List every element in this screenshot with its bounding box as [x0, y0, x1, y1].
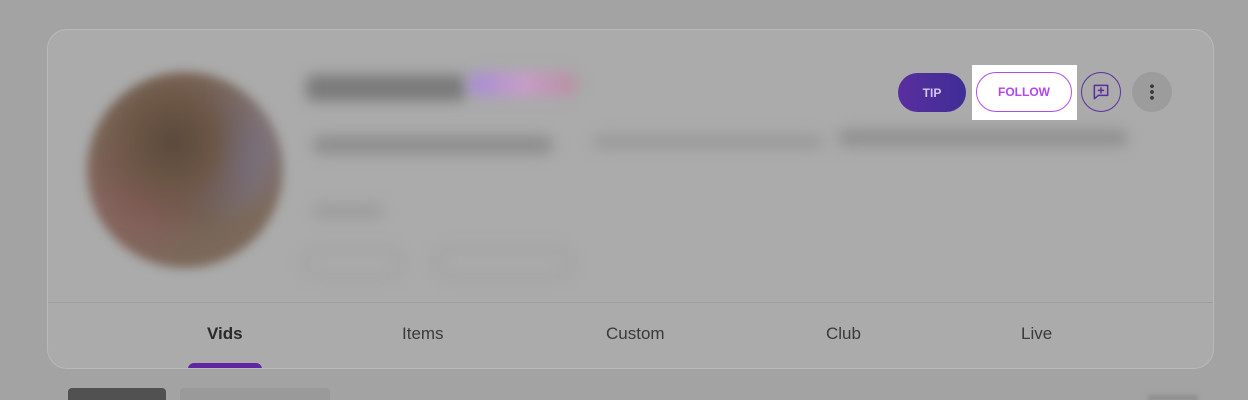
tab-club[interactable]: Club: [826, 324, 861, 344]
filter-chip[interactable]: [180, 388, 330, 400]
profile-bio-blurred: [313, 136, 553, 154]
profile-meta-blurred: [313, 205, 383, 217]
more-options-button[interactable]: [1132, 72, 1172, 112]
filter-chip-active[interactable]: [68, 388, 166, 400]
tab-vids[interactable]: Vids: [207, 324, 243, 344]
profile-bio-blurred: [593, 136, 823, 148]
profile-chip-blurred: [303, 248, 403, 278]
tab-items[interactable]: Items: [402, 324, 444, 344]
tip-button[interactable]: TIP: [898, 73, 966, 112]
profile-chip-blurred: [433, 248, 573, 278]
more-vertical-icon: [1150, 84, 1154, 100]
profile-name-blurred: [306, 75, 466, 101]
tabs-divider: [48, 302, 1213, 303]
profile-badge-blurred: [468, 72, 578, 96]
tab-live[interactable]: Live: [1021, 324, 1052, 344]
follow-button[interactable]: FOLLOW: [976, 72, 1072, 112]
profile-card: TIP FOLLOW Vids Items Custom Club Live: [47, 29, 1214, 369]
avatar[interactable]: [87, 72, 283, 268]
sort-control-blurred[interactable]: [1148, 395, 1198, 400]
profile-bio-blurred: [838, 130, 1128, 146]
message-button[interactable]: [1081, 72, 1121, 112]
message-plus-icon: [1093, 84, 1109, 100]
active-tab-indicator: [188, 363, 262, 368]
tab-custom[interactable]: Custom: [606, 324, 665, 344]
